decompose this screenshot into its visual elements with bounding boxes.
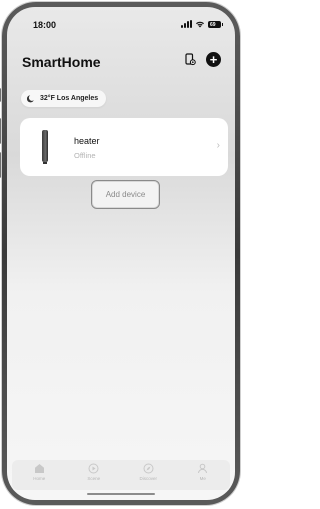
tab-discover[interactable]: Discover: [128, 460, 168, 481]
signal-icon: [181, 20, 192, 28]
device-name: heater: [74, 136, 100, 146]
battery-level: 69: [210, 21, 216, 28]
tab-me[interactable]: Me: [183, 460, 223, 481]
status-time: 18:00: [33, 20, 57, 30]
weather-chip[interactable]: 32°F Los Angeles: [21, 90, 107, 107]
phone-screen: 18:00 69 SmartHome + 32°F Los Angeles he…: [7, 7, 235, 500]
tab-label: Home: [33, 476, 46, 481]
wifi-icon: [196, 21, 204, 28]
tab-scene[interactable]: Scene: [74, 460, 114, 481]
tab-label: Me: [199, 476, 206, 481]
add-device-button[interactable]: Add device: [91, 180, 160, 209]
chevron-right-icon: ›: [216, 140, 220, 151]
scene-icon: [88, 463, 99, 474]
heater-device-icon: [42, 130, 48, 164]
add-button[interactable]: +: [206, 52, 221, 67]
weather-text: 32°F Los Angeles: [40, 95, 99, 102]
status-icons: 69: [181, 20, 223, 28]
page-title: SmartHome: [22, 54, 101, 70]
moon-icon: [27, 95, 34, 103]
device-switch-icon[interactable]: [185, 53, 196, 66]
home-icon: [34, 464, 44, 473]
status-bar: 18:00 69: [7, 7, 235, 41]
tab-bar: Home Scene Discover Me: [12, 460, 230, 490]
home-indicator: [87, 493, 155, 495]
device-status: Offline: [74, 151, 96, 160]
tab-home[interactable]: Home: [19, 460, 59, 481]
device-card[interactable]: heater Offline ›: [20, 118, 228, 176]
battery-icon: 69: [208, 20, 223, 28]
discover-icon: [143, 463, 154, 474]
header-actions: +: [185, 52, 221, 67]
tab-label: Scene: [87, 476, 101, 481]
tab-label: Discover: [139, 476, 157, 481]
person-icon: [198, 463, 208, 474]
